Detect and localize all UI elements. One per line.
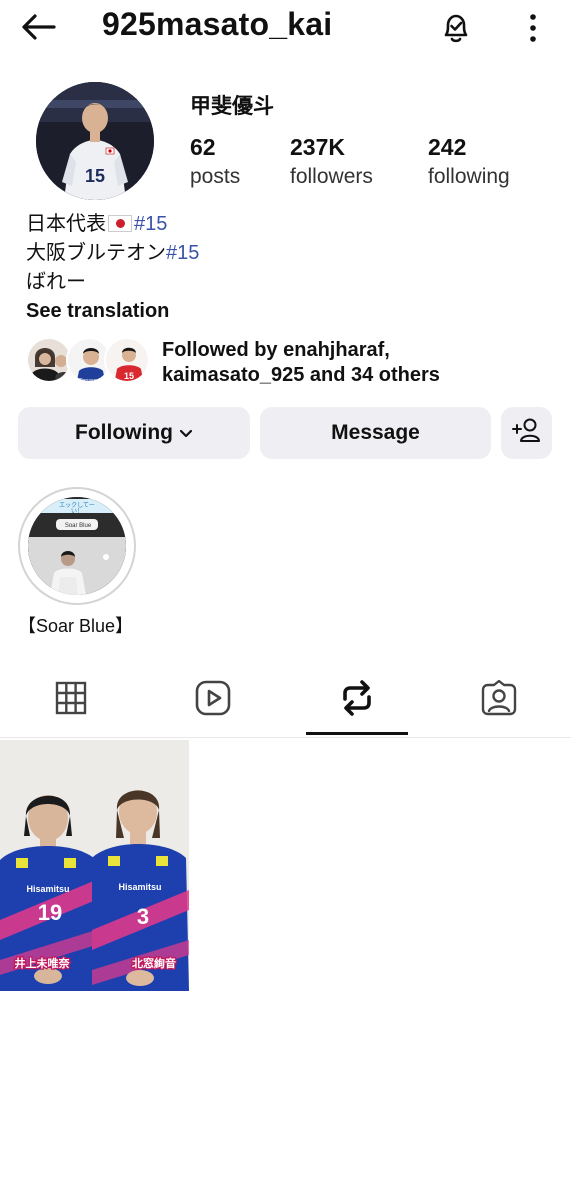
profile-avatar[interactable]: 15 [36,82,154,200]
chevron-down-icon [179,421,193,445]
stat-posts-count: 62 [190,134,216,160]
svg-text:Panasonic: Panasonic [79,378,103,383]
top-bar: 925masato_kai [0,0,571,56]
stat-followers-count: 237K [290,134,345,160]
post-caption-left: 井上未唯奈 [15,956,71,970]
tab-tagged[interactable] [428,664,570,736]
tab-reels[interactable] [142,664,284,736]
svg-text:15: 15 [124,371,134,381]
svg-text:15: 15 [85,166,105,186]
tagged-icon [480,679,518,721]
bio-line-1-text: 日本代表 [26,213,106,235]
post-player-number-right: 3 [137,904,149,929]
follower-avatar-3[interactable]: 15 [104,337,150,383]
stat-followers-label: followers [290,165,373,188]
person-add-icon [511,417,542,449]
stat-followers[interactable]: 237K followers [290,134,373,189]
following-button-label: Following [75,421,173,444]
bio-line-3: ばれー [26,271,86,293]
highlight-cover[interactable]: エックしてー い！ Soar Blue [28,497,126,595]
more-vertical-icon[interactable] [516,8,550,48]
followed-by-text[interactable]: Followed by enahjharaf, kaimasato_925 an… [162,338,440,388]
post-jersey-brand-right: Hisamitsu [118,882,161,892]
post-thumbnail[interactable]: Hisamitsu 19 Hisamitsu 3 井上未唯奈 北窓絢音 [0,740,189,991]
repost-icon [340,679,374,722]
stat-posts[interactable]: 62 posts [190,134,240,189]
message-button-label: Message [331,421,420,444]
followed-by-line-1: Followed by enahjharaf, [162,339,390,361]
bio-line-2-text: 大阪ブルテオン [26,242,166,264]
grid-icon [55,681,87,720]
bio-line-1: 日本代表 #15 [26,210,199,239]
message-button[interactable]: Message [260,407,491,459]
highlight-sticker-sub: い！ [71,508,83,515]
see-translation-link[interactable]: See translation [26,297,199,326]
reels-icon [195,680,231,721]
profile-full-name: 甲斐優斗 [190,95,274,118]
active-tab-indicator [306,732,408,735]
arrow-left-icon[interactable] [18,10,58,44]
japan-flag-icon [108,215,132,232]
bio-hashtag-2[interactable]: #15 [166,242,199,264]
stat-following[interactable]: 242 following [428,134,510,189]
tab-reposts[interactable] [286,664,428,736]
profile-tabs [0,664,571,738]
stat-posts-label: posts [190,165,241,188]
tab-grid[interactable] [0,664,142,736]
bio-hashtag-1[interactable]: #15 [134,213,167,235]
highlight-label: 【Soar Blue】 [18,616,134,636]
bio-line-2: 大阪ブルテオン#15 [26,239,199,268]
post-jersey-brand-left: Hisamitsu [26,884,69,894]
following-button[interactable]: Following [18,407,250,459]
stat-following-count: 242 [428,134,467,160]
add-person-button[interactable] [501,407,552,459]
highlight-sticker-brand: Soar Blue [65,523,92,529]
stat-following-label: following [428,165,510,188]
profile-bio: 日本代表 #15 大阪ブルテオン#15 ばれー See translation [26,210,199,326]
profile-username: 925masato_kai [102,6,333,42]
post-caption-right: 北窓絢音 [132,956,176,970]
bell-check-icon[interactable] [436,8,476,48]
post-player-number-left: 19 [38,900,62,925]
followed-by-line-2: kaimasato_925 and 34 others [162,364,440,386]
